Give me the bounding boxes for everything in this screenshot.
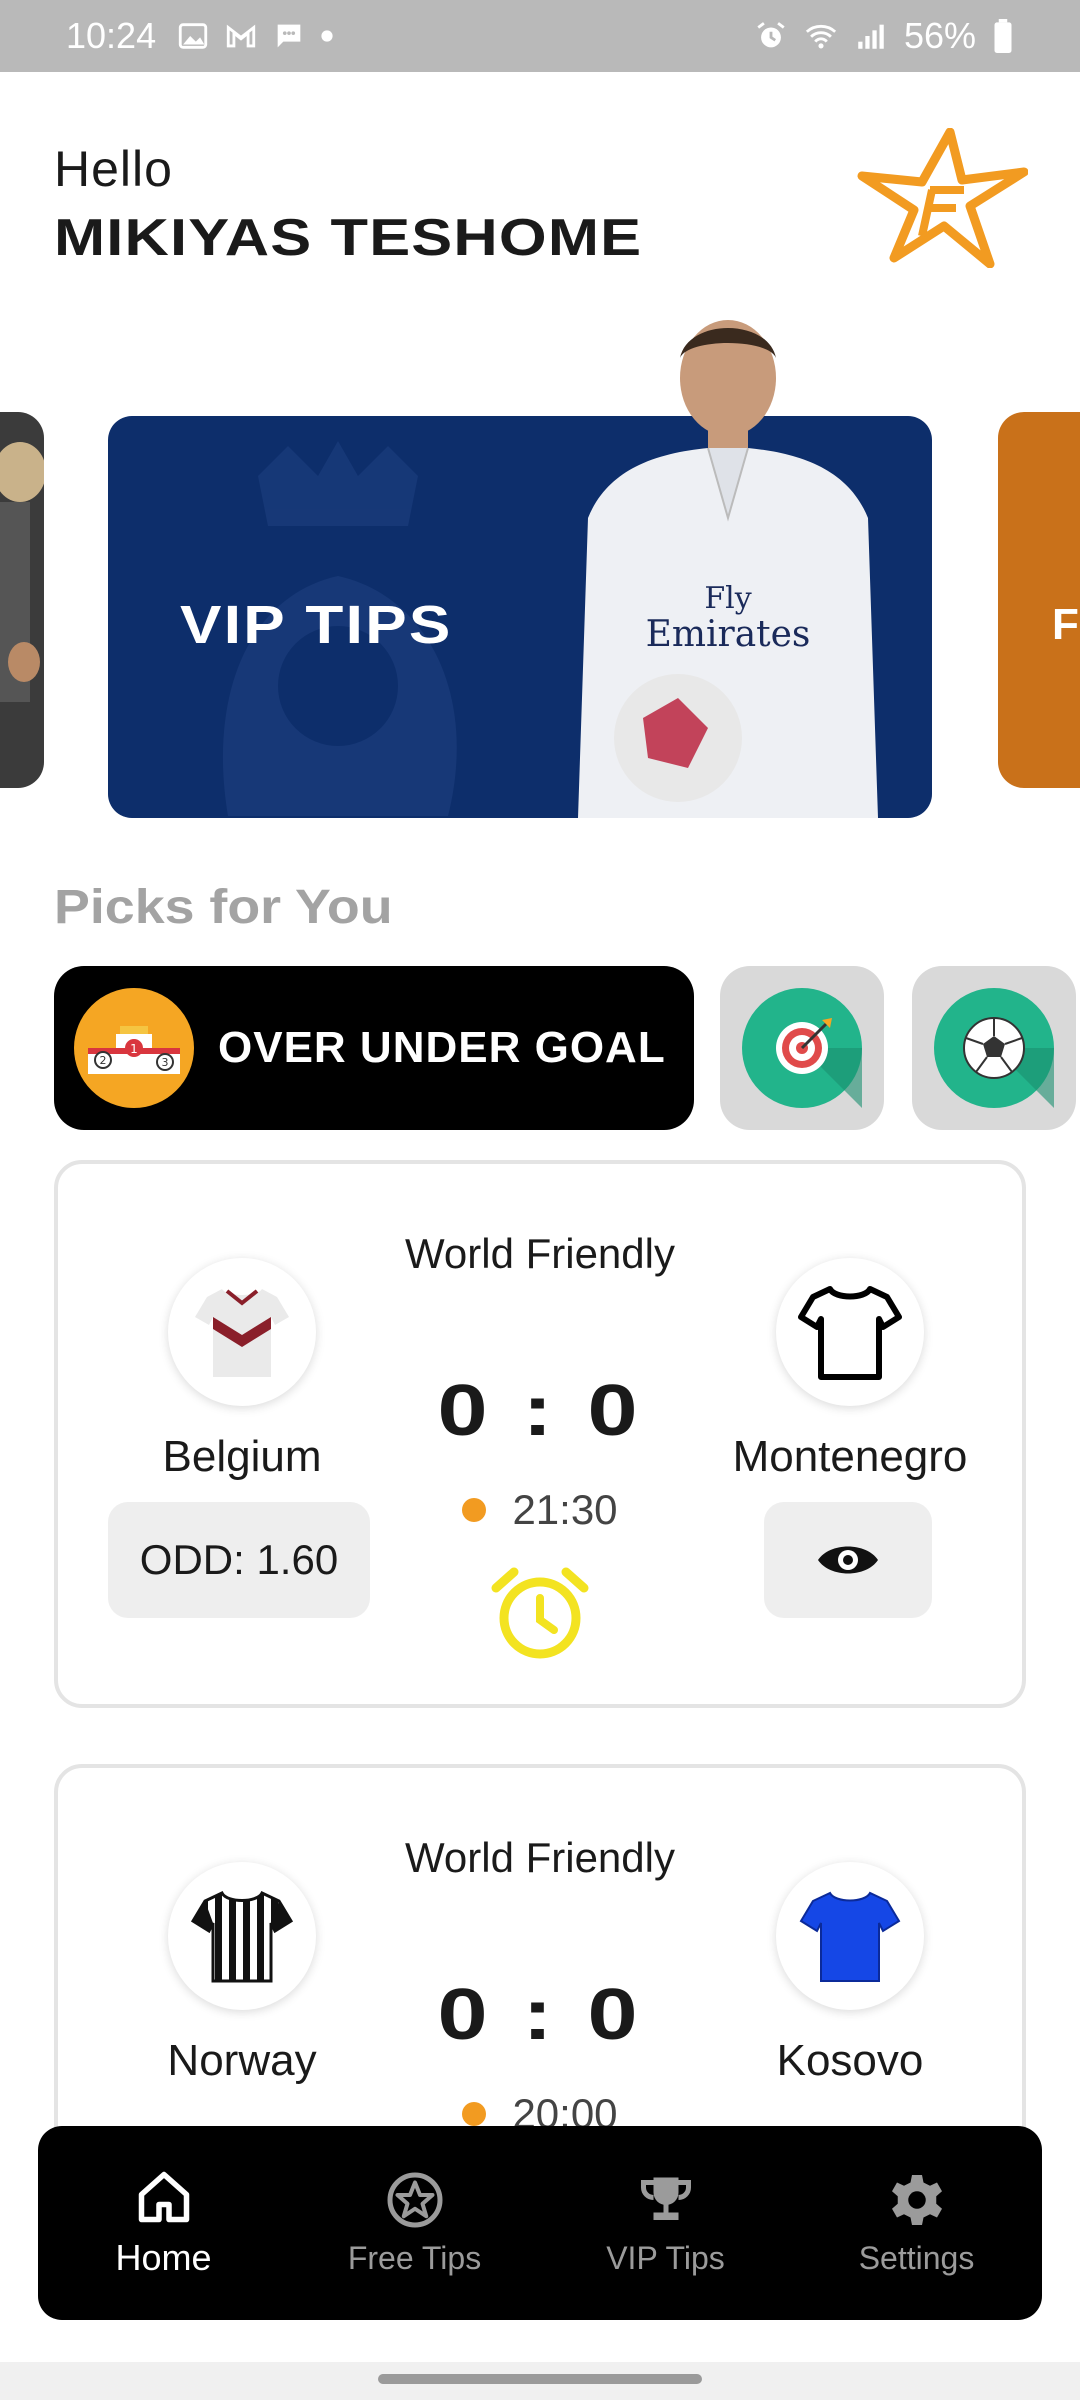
nav-vip-tips-label: VIP Tips [606, 2239, 725, 2276]
match-card[interactable]: Belgium ODD: 1.60 World Friendly 0 : 0 2… [54, 1160, 1026, 1708]
nav-home-label: Home [115, 2237, 212, 2278]
battery-percent: 56% [903, 15, 976, 56]
dot-icon [321, 30, 333, 42]
image-icon [178, 23, 208, 49]
svg-text:Emirates: Emirates [646, 614, 811, 655]
jersey-icon [168, 1862, 316, 2010]
svg-text:2: 2 [100, 1054, 107, 1067]
podium-icon: 1 2 3 [74, 988, 194, 1108]
away-team: Montenegro [700, 1258, 1000, 1482]
picks-title: Picks for You [54, 881, 393, 934]
nav-free-tips[interactable]: Free Tips [289, 2126, 540, 2320]
nav-settings[interactable]: Settings [791, 2126, 1042, 2320]
carousel-card-prev[interactable] [0, 412, 44, 788]
signal-icon [858, 24, 884, 49]
home-team-name: Norway [167, 2036, 317, 2085]
match-score: 0 : 0 [437, 1975, 643, 2055]
kickoff-time: 21:30 [390, 1486, 690, 1534]
category-chip-label: OVER UNDER GOAL [218, 1023, 666, 1072]
status-time: 10:24 [66, 15, 157, 56]
kickoff-time-text: 21:30 [512, 1486, 618, 1533]
category-chip-soccer[interactable] [912, 966, 1076, 1130]
home-team: Norway [92, 1862, 392, 2086]
category-chip-over-under[interactable]: 1 2 3 OVER UNDER GOAL [54, 966, 694, 1130]
battery-icon [994, 19, 1012, 53]
away-team-name: Kosovo [776, 2036, 924, 2085]
greeting: Hello [54, 141, 173, 197]
home-team: Belgium [92, 1258, 392, 1482]
league-name: World Friendly [405, 1230, 675, 1277]
gmail-icon [226, 24, 256, 48]
app-logo-icon [857, 128, 1028, 268]
view-prediction-button[interactable] [764, 1502, 932, 1618]
away-team: Kosovo [700, 1862, 1000, 2086]
jersey-icon [168, 1258, 316, 1406]
alarm-clock-icon[interactable] [488, 1560, 592, 1664]
soccer-ball-icon [934, 988, 1054, 1108]
svg-text:1: 1 [130, 1042, 138, 1056]
trophy-icon [640, 2177, 691, 2220]
nav-settings-label: Settings [858, 2239, 975, 2276]
svg-text:Fly: Fly [704, 581, 751, 616]
vip-banner-title: VIP TIPS [180, 595, 453, 655]
system-icons: 56% [754, 15, 1014, 57]
username: MIKIYAS TESHOME [54, 209, 643, 267]
home-icon [138, 2171, 189, 2223]
league-name: World Friendly [405, 1834, 675, 1881]
gesture-handle[interactable] [378, 2374, 702, 2384]
target-icon [742, 988, 862, 1108]
home-team-name: Belgium [162, 1432, 322, 1481]
status-dot [462, 1498, 487, 1522]
nav-vip-tips[interactable]: VIP Tips [540, 2126, 791, 2320]
status-bar: 10:24 56% [0, 0, 1080, 72]
status-dot [462, 2102, 487, 2126]
match-score: 0 : 0 [437, 1371, 643, 1451]
bottom-navigation: Home Free Tips VIP Tips Settings [38, 2126, 1042, 2320]
odd-badge[interactable]: ODD: 1.60 [108, 1502, 370, 1618]
nav-home[interactable]: Home [38, 2126, 289, 2320]
notification-icons [176, 19, 334, 53]
message-icon [277, 24, 301, 48]
player-photo-icon [0, 442, 44, 702]
gear-icon [891, 2174, 942, 2225]
category-chip-target[interactable] [720, 966, 884, 1130]
carousel-next-title: F [1052, 600, 1079, 649]
alarm-status-icon [757, 22, 785, 48]
nav-free-tips-label: Free Tips [347, 2239, 482, 2276]
eye-icon [818, 1546, 878, 1574]
star-circle-icon [387, 2172, 442, 2227]
wifi-icon [805, 24, 837, 49]
svg-text:3: 3 [162, 1056, 169, 1069]
jersey-icon [776, 1862, 924, 2010]
away-team-name: Montenegro [732, 1432, 968, 1481]
jersey-icon [776, 1258, 924, 1406]
player-photo-icon: Fly Emirates [578, 320, 878, 818]
